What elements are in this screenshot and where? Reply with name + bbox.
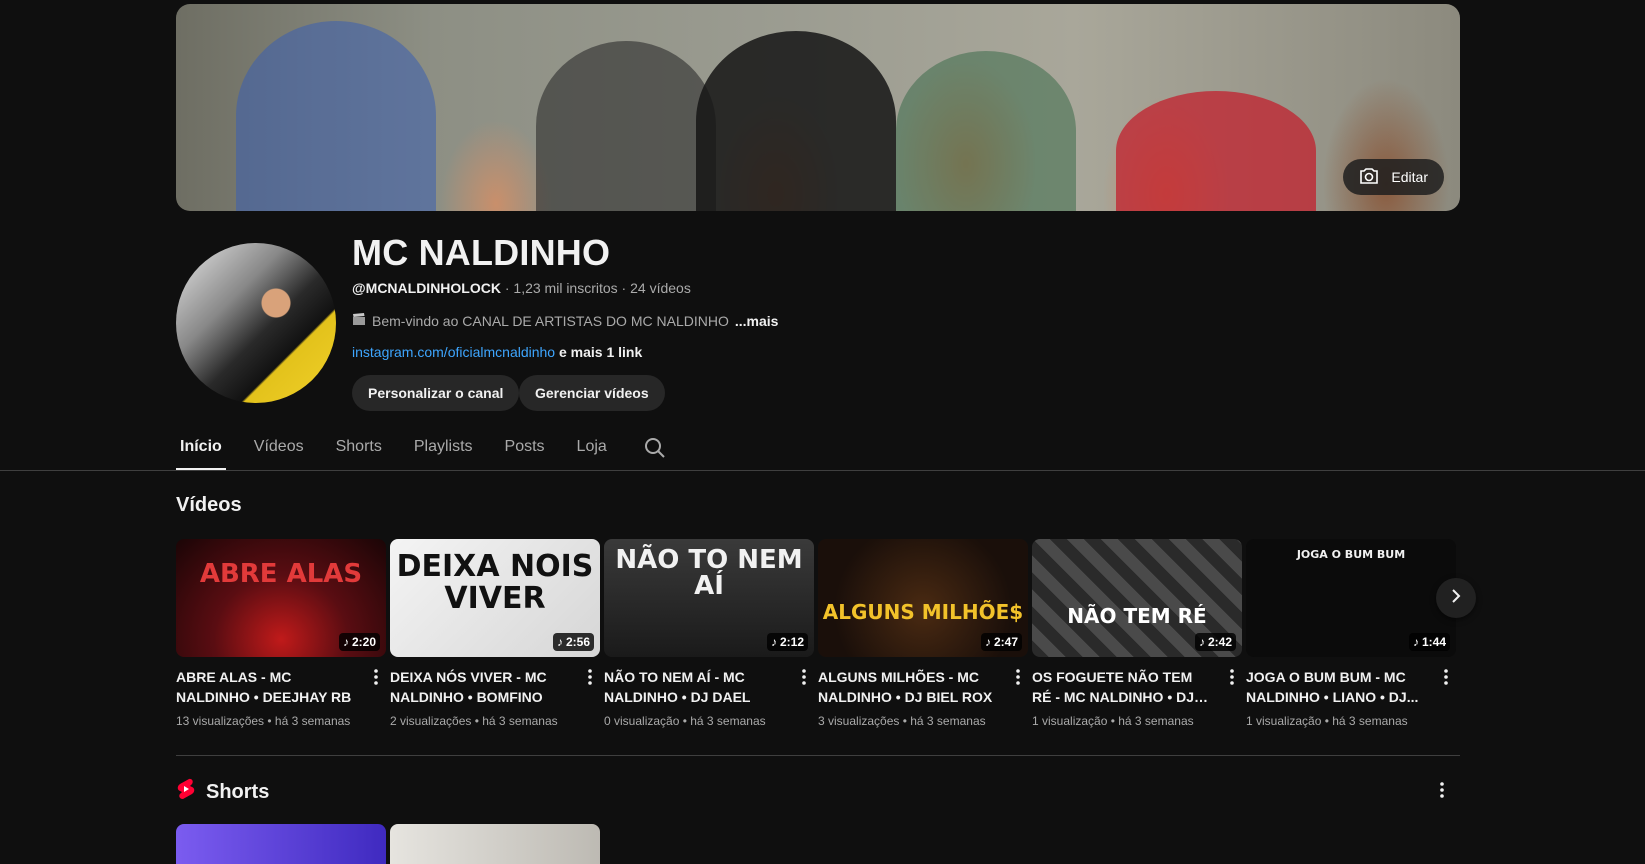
- shorts-section-title[interactable]: Shorts: [206, 781, 269, 804]
- video-stats: 1 visualização • há 3 semanas: [1032, 714, 1194, 728]
- customize-channel-button[interactable]: Personalizar o canal: [352, 375, 520, 411]
- video-title[interactable]: ALGUNS MILHÕES - MC NALDINHO • DJ BIEL R…: [818, 667, 1000, 707]
- description-text: Bem-vindo ao CANAL DE ARTISTAS DO MC NAL…: [372, 312, 729, 329]
- section-divider: [176, 755, 1460, 756]
- video-thumbnail[interactable]: ALGUNS MILHÕE$ ♪ 2:47: [818, 539, 1028, 657]
- channel-description[interactable]: Bem-vindo ao CANAL DE ARTISTAS DO MC NAL…: [352, 312, 778, 329]
- videos-section-title[interactable]: Vídeos: [176, 494, 242, 517]
- more-options-icon[interactable]: [1008, 665, 1028, 689]
- instagram-link[interactable]: instagram.com/oficialmcnaldinho: [352, 344, 555, 360]
- video-card[interactable]: DEIXA NOIS VIVER ♪ 2:56 DEIXA NÓS VIVER -…: [390, 539, 600, 728]
- thumbnail-title: NÃO TEM RÉ: [1067, 604, 1207, 628]
- video-card[interactable]: ABRE ALAS ♪ 2:20 ABRE ALAS - MC NALDINHO …: [176, 539, 386, 728]
- more-options-icon[interactable]: [366, 665, 386, 689]
- channel-tabs: Início Vídeos Shorts Playlists Posts Loj…: [176, 426, 667, 470]
- channel-banner: Editar: [176, 4, 1460, 211]
- more-options-icon[interactable]: [1430, 778, 1454, 802]
- thumbnail-title: ALGUNS MILHÕE$: [822, 600, 1024, 624]
- short-thumbnail[interactable]: [176, 824, 386, 864]
- duration-badge: ♪ 2:42: [1194, 633, 1236, 651]
- music-note-icon: ♪: [984, 635, 991, 649]
- video-card[interactable]: JOGA O BUM BUM ♪ 1:44 JOGA O BUM BUM - MC…: [1246, 539, 1456, 728]
- tab-store[interactable]: Loja: [573, 426, 611, 470]
- more-options-icon[interactable]: [794, 665, 814, 689]
- camera-icon: [1357, 164, 1381, 191]
- banner-figure: [1116, 91, 1316, 211]
- duration-badge: ♪ 1:44: [1408, 633, 1450, 651]
- video-card[interactable]: NÃO TO NEM AÍ ♪ 2:12 NÃO TO NEM AÍ - MC N…: [604, 539, 814, 728]
- music-note-icon: ♪: [556, 635, 563, 649]
- channel-stats: · 1,23 mil inscritos · 24 vídeos: [500, 280, 691, 296]
- music-note-icon: ♪: [770, 635, 777, 649]
- banner-figure: [536, 41, 716, 211]
- video-title[interactable]: OS FOGUETE NÃO TEM RÉ - MC NALDINHO • DJ…: [1032, 667, 1214, 707]
- manage-videos-button[interactable]: Gerenciar vídeos: [519, 375, 665, 411]
- edit-label: Editar: [1391, 169, 1428, 185]
- tab-playlists[interactable]: Playlists: [410, 426, 477, 470]
- tab-posts[interactable]: Posts: [501, 426, 549, 470]
- banner-figure: [696, 31, 896, 211]
- thumbnail-title: JOGA O BUM BUM: [1296, 548, 1406, 561]
- video-title[interactable]: ABRE ALAS - MC NALDINHO • DEEJHAY RB: [176, 667, 358, 707]
- video-stats: 2 visualizações • há 3 semanas: [390, 714, 558, 728]
- edit-banner-button[interactable]: Editar: [1343, 159, 1444, 195]
- video-card[interactable]: ALGUNS MILHÕE$ ♪ 2:47 ALGUNS MILHÕES - MC…: [818, 539, 1028, 728]
- channel-links: instagram.com/oficialmcnaldinho e mais 1…: [352, 344, 642, 360]
- more-options-icon[interactable]: [1436, 665, 1456, 689]
- search-icon[interactable]: [643, 426, 667, 465]
- banner-figure: [236, 21, 436, 211]
- video-thumbnail[interactable]: DEIXA NOIS VIVER ♪ 2:56: [390, 539, 600, 657]
- chevron-right-icon: [1448, 588, 1464, 609]
- carousel-next-button[interactable]: [1436, 578, 1476, 618]
- thumbnail-title: DEIXA NOIS VIVER: [396, 549, 594, 616]
- video-title[interactable]: DEIXA NÓS VIVER - MC NALDINHO • BOMFINO: [390, 667, 572, 707]
- video-thumbnail[interactable]: NÃO TO NEM AÍ ♪ 2:12: [604, 539, 814, 657]
- shorts-section-header: Shorts: [176, 778, 269, 806]
- video-thumbnail[interactable]: ABRE ALAS ♪ 2:20: [176, 539, 386, 657]
- banner-figure: [896, 51, 1076, 211]
- video-card[interactable]: NÃO TEM RÉ ♪ 2:42 OS FOGUETE NÃO TEM RÉ -…: [1032, 539, 1242, 728]
- more-links-button[interactable]: e mais 1 link: [559, 344, 642, 360]
- video-stats: 13 visualizações • há 3 semanas: [176, 714, 351, 728]
- duration-badge: ♪ 2:56: [552, 633, 594, 651]
- video-title[interactable]: JOGA O BUM BUM - MC NALDINHO • LIANO • D…: [1246, 667, 1428, 707]
- video-title[interactable]: NÃO TO NEM AÍ - MC NALDINHO • DJ DAEL: [604, 667, 786, 707]
- video-thumbnail[interactable]: NÃO TEM RÉ ♪ 2:42: [1032, 539, 1242, 657]
- video-stats: 1 visualização • há 3 semanas: [1246, 714, 1408, 728]
- channel-meta: @MCNALDINHOLOCK · 1,23 mil inscritos · 2…: [352, 280, 691, 296]
- shorts-icon: [176, 778, 196, 806]
- thumbnail-title: ABRE ALAS: [199, 559, 363, 589]
- short-thumbnail[interactable]: [390, 824, 600, 864]
- duration-badge: ♪ 2:47: [980, 633, 1022, 651]
- tab-home[interactable]: Início: [176, 426, 226, 470]
- more-options-icon[interactable]: [1222, 665, 1242, 689]
- duration-badge: ♪ 2:20: [338, 633, 380, 651]
- video-stats: 3 visualizações • há 3 semanas: [818, 714, 986, 728]
- channel-avatar[interactable]: [176, 243, 336, 403]
- tabs-divider: [0, 470, 1645, 471]
- channel-name: MC NALDINHO: [352, 232, 611, 273]
- more-options-icon[interactable]: [580, 665, 600, 689]
- clapperboard-icon: [352, 312, 366, 329]
- thumbnail-title: NÃO TO NEM AÍ: [615, 545, 803, 601]
- music-note-icon: ♪: [1412, 635, 1419, 649]
- music-note-icon: ♪: [1198, 635, 1205, 649]
- video-thumbnail[interactable]: JOGA O BUM BUM ♪ 1:44: [1246, 539, 1456, 657]
- tab-videos[interactable]: Vídeos: [250, 426, 308, 470]
- video-stats: 0 visualização • há 3 semanas: [604, 714, 766, 728]
- duration-badge: ♪ 2:12: [766, 633, 808, 651]
- music-note-icon: ♪: [342, 635, 349, 649]
- channel-handle: @MCNALDINHOLOCK: [352, 280, 501, 296]
- tab-shorts[interactable]: Shorts: [332, 426, 386, 470]
- description-more-link[interactable]: ...mais: [735, 313, 779, 329]
